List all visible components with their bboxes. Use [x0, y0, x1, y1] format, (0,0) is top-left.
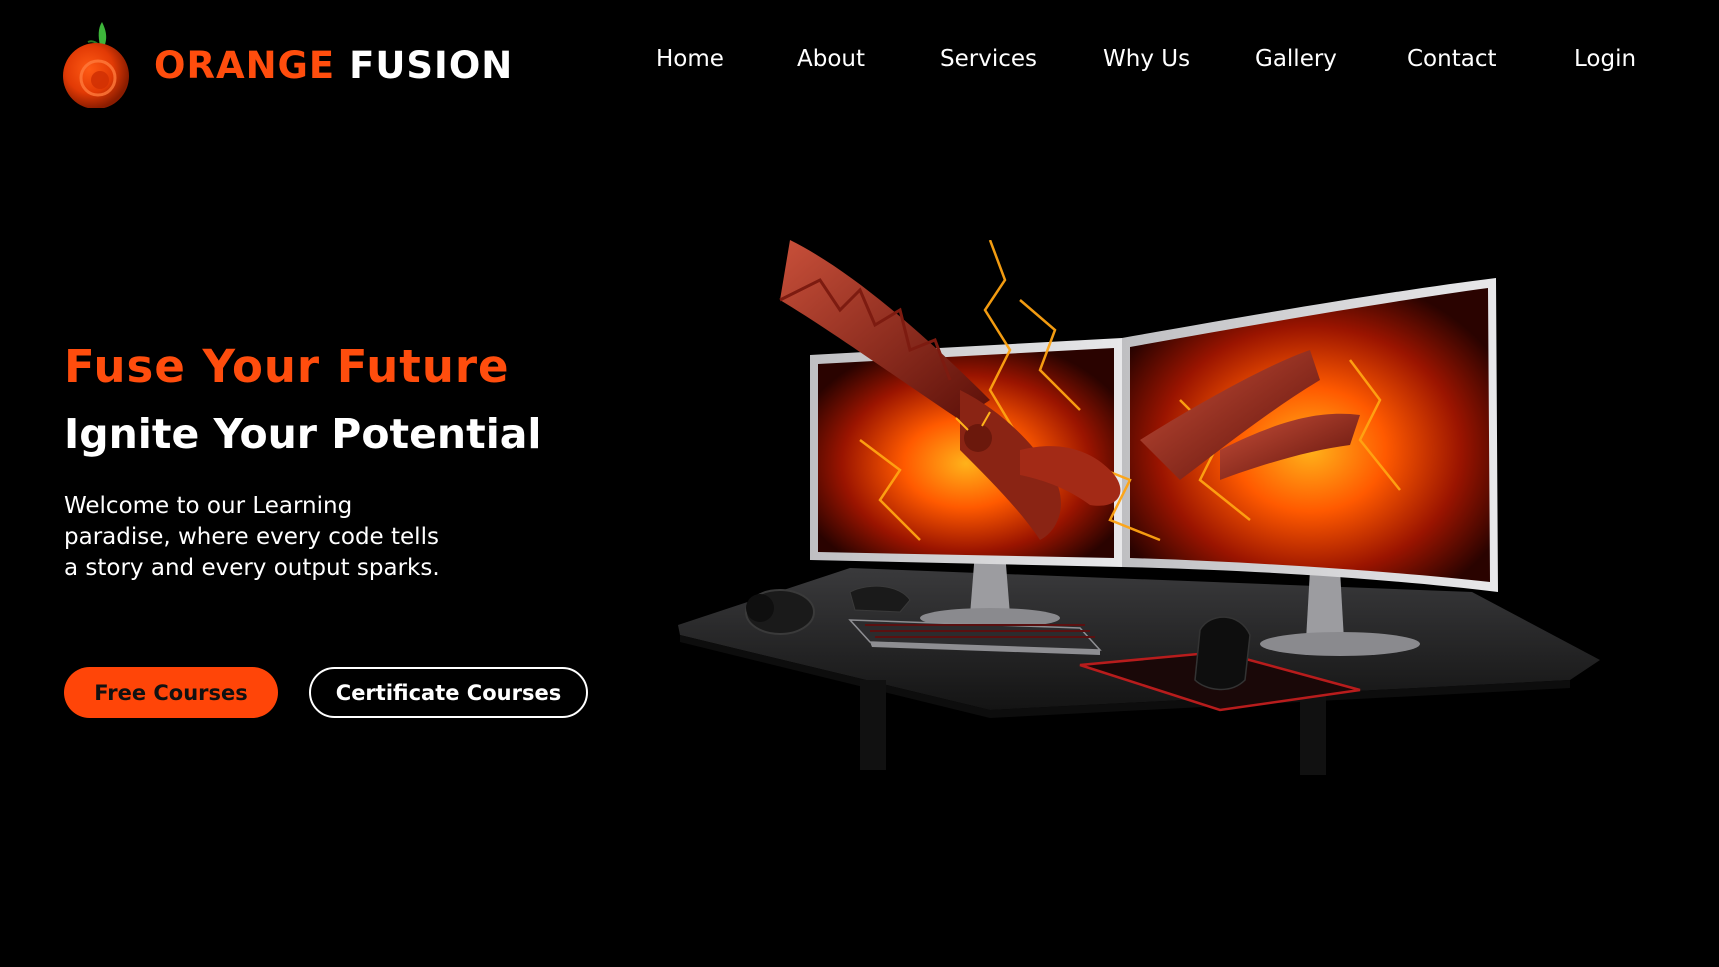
page: ORANGE FUSION Home About Services Why Us…: [0, 0, 1719, 967]
free-courses-button[interactable]: Free Courses: [64, 667, 278, 718]
nav-home[interactable]: Home: [656, 46, 724, 72]
nav-services[interactable]: Services: [940, 46, 1037, 72]
nav-gallery[interactable]: Gallery: [1255, 46, 1337, 72]
nav-why-us[interactable]: Why Us: [1103, 46, 1190, 72]
hero-description: Welcome to our Learning paradise, where …: [64, 493, 440, 581]
hero-subtitle: Ignite Your Potential: [64, 410, 542, 458]
nav-contact[interactable]: Contact: [1407, 46, 1496, 72]
certificate-courses-button[interactable]: Certificate Courses: [309, 667, 588, 718]
gaming-desk-illustration: [678, 239, 1600, 775]
nav-login[interactable]: Login: [1574, 46, 1636, 72]
hero-title: Fuse Your Future: [64, 340, 510, 393]
nav-about[interactable]: About: [797, 46, 865, 72]
hero-illustration: [660, 239, 1610, 800]
main-nav: Home About Services Why Us Gallery Conta…: [0, 46, 1719, 78]
